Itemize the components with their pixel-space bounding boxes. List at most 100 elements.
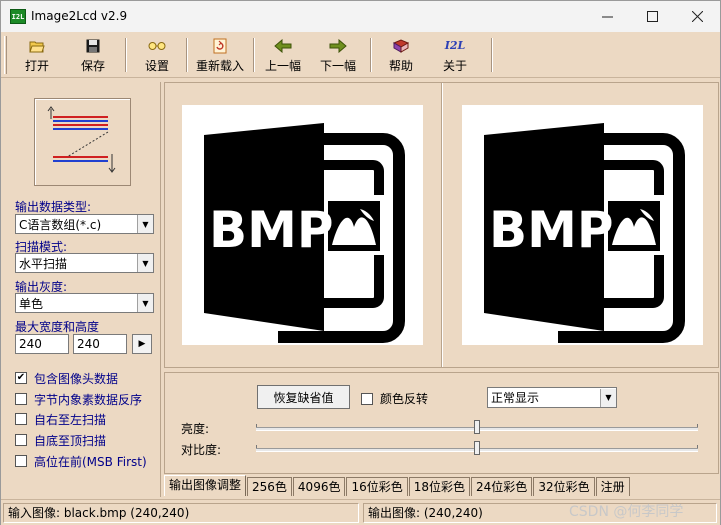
checkbox-box[interactable] [15,413,27,425]
input-image-status: 输入图像: black.bmp (240,240) [3,503,359,523]
previous-image-button[interactable]: 上一幅 [261,36,305,74]
toolbar-separator [491,38,493,72]
close-icon [691,11,703,22]
glasses-icon [148,38,166,54]
max-width-input[interactable]: 240 [15,334,69,354]
reload-icon [211,38,229,54]
next-image-button[interactable]: 下一幅 [316,36,360,74]
toolbar-grip[interactable] [4,36,7,74]
bottom-to-top-checkbox[interactable]: 自底至顶扫描 [15,432,106,448]
help-button[interactable]: 帮助 [381,36,421,74]
checkbox-box[interactable]: ✔ [15,372,27,384]
open-button[interactable]: 打开 [17,36,57,74]
tab-18bit-color[interactable]: 18位彩色 [408,477,471,496]
about-logo-icon: I2L [444,39,466,52]
output-type-value: C语言数组(*.c) [19,217,102,232]
preview-divider [441,83,443,367]
toolbar-separator [186,38,188,72]
help-label: 帮助 [388,59,413,73]
input-image-preview[interactable]: BMP [182,105,423,345]
next-image-label: 下一幅 [319,59,356,73]
window-title: Image2Lcd v2.9 [31,9,128,23]
settings-panel: 输出数据类型: C语言数组(*.c) ▼ 扫描模式: 水平扫描 ▼ 输出灰度: … [4,82,161,497]
arrow-left-icon [274,38,292,54]
app-window: I2L Image2Lcd v2.9 打开 保存 设置 重新载入 上一幅 下一幅… [0,0,721,525]
checkbox-box[interactable] [15,434,27,446]
watermark: CSDN @何李同学 [569,504,684,520]
about-button[interactable]: I2L 关于 [435,36,475,74]
display-mode-value: 正常显示 [491,391,540,405]
brightness-label: 亮度: [181,422,210,436]
gray-level-select[interactable]: 单色 ▼ [15,293,154,313]
play-arrow-icon: ▶ [138,339,146,349]
contrast-label: 对比度: [181,443,222,457]
tab-32bit-color[interactable]: 32位彩色 [533,477,595,496]
minimize-icon [601,16,613,18]
checkbox-box[interactable] [15,455,27,467]
chevron-down-icon[interactable]: ▼ [600,388,616,407]
previous-image-label: 上一幅 [264,59,301,73]
checkbox-box[interactable] [361,392,373,405]
chevron-down-icon[interactable]: ▼ [137,215,153,233]
help-book-icon [392,38,410,54]
image-preview-area: BMP BMP [164,82,719,368]
scan-mode-value: 水平扫描 [19,256,68,271]
toolbar-separator [253,38,255,72]
toolbar-separator [125,38,127,72]
folder-open-icon [28,38,46,54]
close-button[interactable] [674,1,720,32]
bottom-to-top-label: 自底至顶扫描 [34,433,107,448]
floppy-disk-icon [84,38,102,54]
output-type-select[interactable]: C语言数组(*.c) ▼ [15,214,154,234]
settings-button[interactable]: 设置 [137,36,177,74]
toolbar: 打开 保存 设置 重新载入 上一幅 下一幅 帮助 I2L 关于 [1,32,720,78]
tab-output-adjust[interactable]: 输出图像调整 [164,475,247,496]
bmp-file-icon: BMP [204,123,405,343]
image-adjust-panel: 恢复缺省值 颜色反转 正常显示 ▼ 亮度: 对比度: [164,372,719,474]
arrow-right-icon [329,38,347,54]
chevron-down-icon[interactable]: ▼ [137,294,153,312]
bmp-image-text: BMP [209,201,334,259]
max-size-label: 最大宽度和高度 [15,320,100,334]
tab-register[interactable]: 注册 [595,477,630,496]
chevron-down-icon[interactable]: ▼ [137,254,153,272]
contrast-slider-thumb[interactable] [474,441,480,455]
msb-first-checkbox[interactable]: 高位在前(MSB First) [15,453,147,469]
right-to-left-checkbox[interactable]: 自右至左扫描 [15,411,106,427]
save-label: 保存 [80,59,105,73]
reverse-pixel-order-checkbox[interactable]: 字节内象素数据反序 [15,391,142,407]
app-logo-icon: I2L [10,9,26,24]
toolbar-separator [370,38,372,72]
tab-16bit-color[interactable]: 16位彩色 [346,477,408,496]
reload-label: 重新载入 [195,59,244,73]
about-label: 关于 [442,59,467,73]
invert-color-checkbox[interactable]: 颜色反转 [361,390,428,407]
save-button[interactable]: 保存 [73,36,113,74]
include-header-checkbox[interactable]: ✔ 包含图像头数据 [15,370,118,386]
tab-4096-color[interactable]: 4096色 [292,477,346,496]
include-header-label: 包含图像头数据 [34,371,119,386]
bmp-image-text: BMP [489,201,614,259]
restore-defaults-button[interactable]: 恢复缺省值 [257,385,350,409]
apply-size-button[interactable]: ▶ [132,334,152,354]
maximize-icon [646,11,658,22]
tab-24bit-color[interactable]: 24位彩色 [471,477,533,496]
maximize-button[interactable] [629,1,675,32]
output-image-preview[interactable]: BMP [462,105,703,345]
max-height-input[interactable]: 240 [73,334,127,354]
right-to-left-label: 自右至左扫描 [34,412,107,427]
settings-label: 设置 [144,59,169,73]
open-label: 打开 [24,59,49,73]
output-type-label: 输出数据类型: [15,200,92,214]
invert-color-label: 颜色反转 [380,392,429,406]
reverse-pixel-order-label: 字节内象素数据反序 [34,392,143,407]
scan-mode-select[interactable]: 水平扫描 ▼ [15,253,154,273]
title-bar[interactable]: I2L Image2Lcd v2.9 [1,1,720,32]
brightness-slider-thumb[interactable] [474,420,480,434]
reload-button[interactable]: 重新载入 [193,36,247,74]
minimize-button[interactable] [584,1,630,32]
display-mode-select[interactable]: 正常显示 ▼ [487,387,617,408]
tab-256-color[interactable]: 256色 [247,477,292,496]
checkbox-box[interactable] [15,393,27,405]
tab-bar: 输出图像调整 256色 4096色 16位彩色 18位彩色 24位彩色 32位彩… [164,475,631,496]
